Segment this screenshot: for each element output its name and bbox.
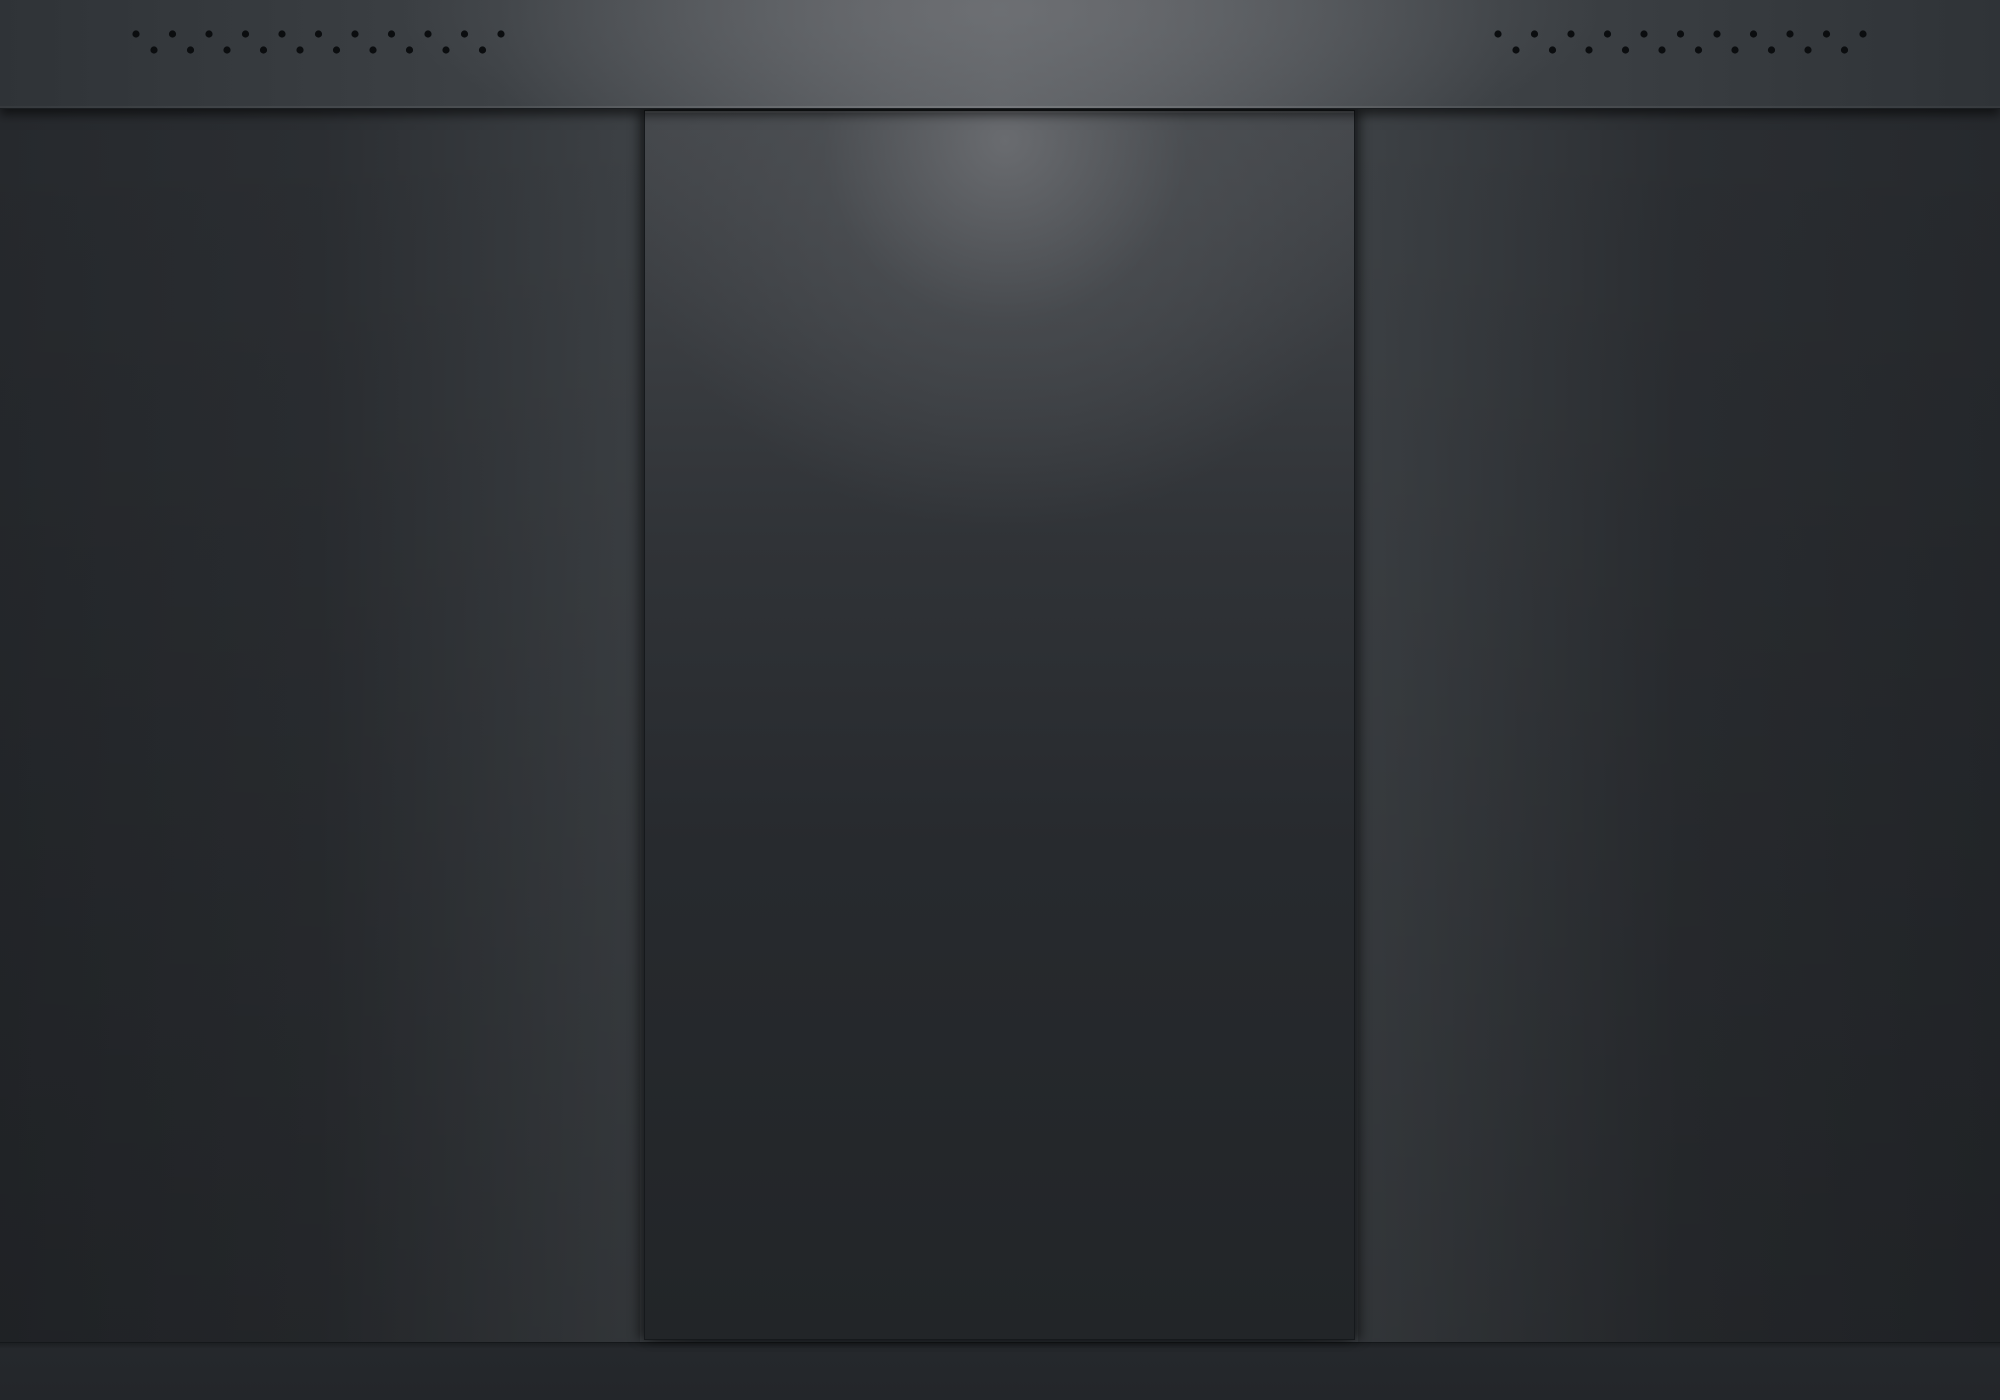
grille-hole	[351, 30, 359, 38]
grille-hole	[132, 30, 140, 38]
grille-hole	[497, 30, 505, 38]
grille-hole	[460, 30, 469, 38]
speaker-grille-icon	[1492, 26, 1872, 70]
grille-hole	[1731, 46, 1739, 54]
grille-hole	[223, 46, 231, 54]
right-panel	[1358, 108, 2000, 1343]
grille-hole	[1840, 46, 1849, 54]
grille-hole	[186, 46, 195, 54]
speaker-grille-left-svg	[132, 30, 505, 54]
grille-hole	[478, 46, 487, 54]
bottom-strip	[0, 1342, 2000, 1400]
grille-hole	[424, 30, 432, 38]
grille-hole	[1530, 30, 1539, 38]
grille-hole	[442, 46, 450, 54]
grille-hole	[387, 30, 396, 38]
grille-hole	[1585, 46, 1593, 54]
grille-hole	[314, 30, 323, 38]
center-panel	[644, 110, 1355, 1340]
grille-hole	[168, 30, 177, 38]
grille-hole	[259, 46, 268, 54]
grille-hole	[1822, 30, 1831, 38]
left-panel	[0, 108, 640, 1343]
grille-hole	[1512, 46, 1520, 54]
grille-hole	[1603, 30, 1612, 38]
grille-hole	[1859, 30, 1867, 38]
grille-hole	[405, 46, 414, 54]
grille-hole	[205, 30, 213, 38]
grille-hole	[1786, 30, 1794, 38]
app-window	[0, 0, 2000, 1400]
grille-hole	[1676, 30, 1685, 38]
grille-hole	[1621, 46, 1630, 54]
grille-hole	[278, 30, 286, 38]
grille-hole	[332, 46, 341, 54]
grille-hole	[1713, 30, 1721, 38]
speaker-grille-icon	[130, 26, 510, 70]
grille-hole	[150, 46, 158, 54]
grille-hole	[1694, 46, 1703, 54]
grille-hole	[1658, 46, 1666, 54]
grille-hole	[1804, 46, 1812, 54]
grille-hole	[1640, 30, 1648, 38]
grille-hole	[1767, 46, 1776, 54]
grille-hole	[241, 30, 250, 38]
grille-hole	[1749, 30, 1758, 38]
top-bar	[0, 0, 2000, 109]
grille-hole	[1548, 46, 1557, 54]
grille-hole	[296, 46, 304, 54]
speaker-grille-right-svg	[1494, 30, 1867, 54]
grille-hole	[1567, 30, 1575, 38]
grille-hole	[369, 46, 377, 54]
grille-hole	[1494, 30, 1502, 38]
